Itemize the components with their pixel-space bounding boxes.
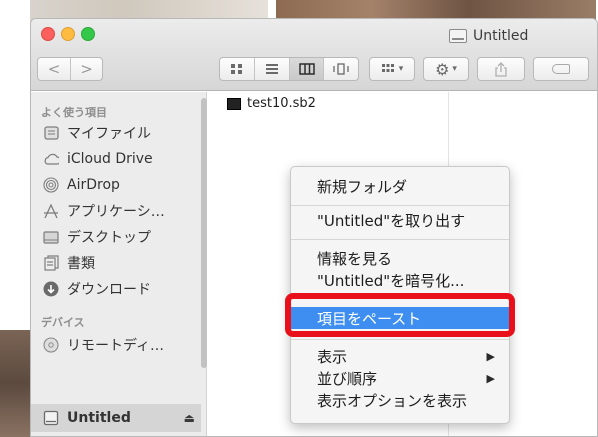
sidebar-item-label: AirDrop xyxy=(67,177,120,193)
tag-icon xyxy=(552,64,570,74)
applications-icon xyxy=(43,203,59,219)
sidebar-item-label: デスクトップ xyxy=(67,230,151,246)
sidebar-item-label: iCloud Drive xyxy=(67,151,153,167)
menu-item-label: 表示 xyxy=(317,347,348,366)
forward-button[interactable]: > xyxy=(69,58,102,80)
chevron-down-icon: ▾ xyxy=(452,64,457,74)
back-forward-group: < > xyxy=(37,57,103,81)
sidebar: よく使う項目 マイファイル iCloud Drive AirDrop アプリケー… xyxy=(31,92,207,436)
menu-item-show-view-options[interactable]: 表示オプションを表示 xyxy=(291,389,509,411)
arrange-icon xyxy=(381,64,394,72)
submenu-arrow-icon: ▶ xyxy=(486,349,495,363)
desktop-background xyxy=(0,330,30,437)
file-icon xyxy=(227,97,241,110)
file-name: test10.sb2 xyxy=(247,96,316,111)
menu-item-get-info[interactable]: 情報を見る xyxy=(291,247,509,269)
sidebar-item-label: 書類 xyxy=(67,256,95,272)
drive-icon xyxy=(449,29,467,43)
sidebar-section-favorites: よく使う項目 xyxy=(41,106,107,119)
arrange-button[interactable]: ▾ xyxy=(369,57,415,81)
back-button[interactable]: < xyxy=(38,58,70,80)
menu-item-label: 並び順序 xyxy=(317,369,378,388)
share-button[interactable] xyxy=(477,57,525,81)
menu-item-view[interactable]: 表示 ▶ xyxy=(291,345,509,367)
airdrop-icon xyxy=(43,177,59,193)
downloads-icon xyxy=(43,281,59,297)
remote-disc-icon xyxy=(43,337,59,353)
chevron-down-icon: ▾ xyxy=(398,64,404,74)
cloud-icon xyxy=(43,151,59,167)
zoom-button[interactable] xyxy=(81,27,95,41)
submenu-arrow-icon: ▶ xyxy=(486,371,495,385)
cover-flow-icon xyxy=(333,63,349,75)
icon-view-icon xyxy=(231,64,243,74)
title-bar: Untitled < > ▾ ⚙ ▾ xyxy=(31,19,597,91)
menu-item-eject[interactable]: "Untitled"を取り出す xyxy=(291,209,509,231)
list-view-icon xyxy=(266,64,279,74)
tag-button[interactable] xyxy=(533,57,589,81)
documents-icon xyxy=(43,255,59,271)
list-view-button[interactable] xyxy=(254,58,289,80)
sidebar-item-label: Untitled xyxy=(67,410,131,426)
action-button[interactable]: ⚙ ▾ xyxy=(423,57,469,81)
sidebar-item-documents[interactable]: 書類 xyxy=(39,250,201,276)
all-my-files-icon xyxy=(43,125,59,141)
window-title: Untitled xyxy=(449,27,528,45)
screenshot-stage: Untitled < > ▾ ⚙ ▾ よく使う項目 マイファイル iCloud … xyxy=(0,0,598,437)
sidebar-item-label: マイファイル xyxy=(67,126,151,142)
menu-item-sort-by[interactable]: 並び順序 ▶ xyxy=(291,367,509,389)
sidebar-item-all-my-files[interactable]: マイファイル xyxy=(39,120,201,146)
menu-item-new-folder[interactable]: 新規フォルダ xyxy=(291,175,509,197)
desktop-icon xyxy=(43,229,59,245)
menu-separator xyxy=(291,205,509,206)
sidebar-item-label: アプリケーシ… xyxy=(67,204,165,220)
eject-icon[interactable]: ⏏ xyxy=(184,411,195,425)
sidebar-item-applications[interactable]: アプリケーシ… xyxy=(39,198,201,224)
highlight-annotation-box xyxy=(285,293,515,337)
close-button[interactable] xyxy=(41,27,55,41)
share-icon xyxy=(495,61,507,77)
menu-separator xyxy=(291,239,509,240)
sidebar-scrollbar[interactable] xyxy=(201,98,207,368)
sidebar-item-airdrop[interactable]: AirDrop xyxy=(39,172,201,198)
column-view-button[interactable] xyxy=(288,58,324,80)
view-mode-group xyxy=(219,57,359,81)
gear-icon: ⚙ xyxy=(435,59,450,79)
menu-separator xyxy=(291,339,509,340)
icon-view-button[interactable] xyxy=(220,58,254,80)
desktop-background xyxy=(0,0,30,330)
sidebar-item-label: リモートディ… xyxy=(67,338,165,354)
file-item[interactable]: test10.sb2 xyxy=(227,96,316,111)
sidebar-item-label: ダウンロード xyxy=(67,282,151,298)
drive-icon xyxy=(43,410,59,426)
menu-item-encrypt[interactable]: "Untitled"を暗号化... xyxy=(291,269,509,291)
sidebar-item-remote-disc[interactable]: リモートディ… xyxy=(39,332,201,358)
cover-flow-button[interactable] xyxy=(323,58,358,80)
sidebar-item-icloud-drive[interactable]: iCloud Drive xyxy=(39,146,201,172)
column-view-icon xyxy=(298,63,315,75)
sidebar-item-untitled[interactable]: Untitled ⏏ xyxy=(39,405,201,431)
minimize-button[interactable] xyxy=(61,27,75,41)
sidebar-item-downloads[interactable]: ダウンロード xyxy=(39,276,201,302)
window-title-text: Untitled xyxy=(473,28,529,44)
sidebar-item-desktop[interactable]: デスクトップ xyxy=(39,224,201,250)
sidebar-section-devices: デバイス xyxy=(41,316,85,329)
